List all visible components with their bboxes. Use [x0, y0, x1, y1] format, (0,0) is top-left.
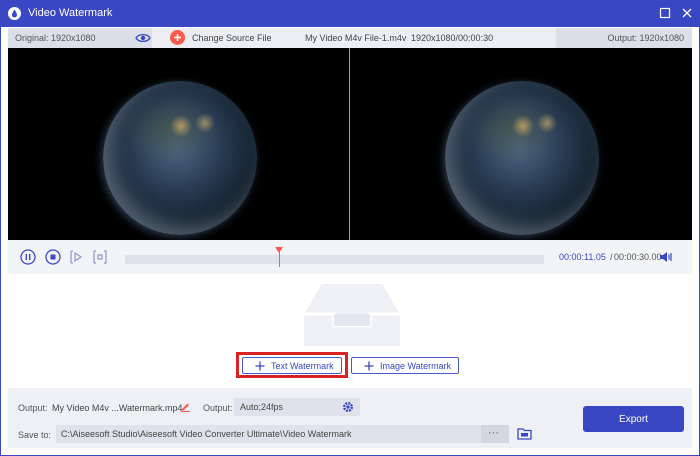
- export-button[interactable]: Export: [583, 406, 684, 432]
- source-file-name: My Video M4v File-1.m4v: [305, 33, 407, 43]
- earth-frame-image: [103, 81, 257, 235]
- total-time: 00:00:30.00: [614, 252, 662, 262]
- playback-bar: 00:00:11.05 / 00:00:30.00: [8, 240, 692, 274]
- output-preview-pane: [350, 48, 691, 240]
- inbox-icon: [304, 284, 400, 346]
- window-title: Video Watermark: [28, 7, 113, 19]
- current-time: 00:00:11.05: [559, 252, 606, 262]
- output-format-value: Auto;24fps: [240, 402, 284, 412]
- stop-icon[interactable]: [45, 249, 61, 265]
- time-separator: /: [610, 252, 613, 262]
- plus-icon: [255, 361, 265, 371]
- title-bar: Video Watermark: [0, 0, 700, 27]
- next-frame-icon[interactable]: [92, 249, 108, 265]
- close-icon[interactable]: [680, 6, 694, 20]
- text-watermark-label: Text Watermark: [271, 361, 334, 371]
- image-watermark-label: Image Watermark: [380, 361, 452, 371]
- save-to-label: Save to:: [18, 430, 52, 440]
- plus-icon: [364, 361, 374, 371]
- plus-icon: [170, 30, 185, 45]
- original-resolution: Original: 1920x1080: [15, 33, 96, 43]
- source-file-meta: 1920x1080/00:00:30: [411, 33, 494, 43]
- prev-frame-icon[interactable]: [69, 249, 85, 265]
- original-preview-pane: [8, 48, 349, 240]
- export-label: Export: [619, 414, 648, 425]
- watermark-area: Text Watermark Image Watermark: [8, 274, 692, 388]
- output-file-name: My Video M4v ...Watermark.mp4: [52, 403, 183, 413]
- info-bar: Original: 1920x1080 Change Source File M…: [8, 28, 692, 48]
- maximize-icon[interactable]: [658, 6, 672, 20]
- pause-icon[interactable]: [20, 249, 36, 265]
- output-file-label: Output:: [18, 403, 48, 413]
- change-source-label: Change Source File: [192, 33, 272, 43]
- eye-icon[interactable]: [135, 32, 151, 44]
- playhead[interactable]: [275, 247, 283, 267]
- change-source-file-button[interactable]: Change Source File: [170, 30, 288, 46]
- browse-label: ···: [488, 427, 499, 439]
- output-resolution: Output: 1920x1080: [607, 33, 684, 43]
- earth-frame-image: [445, 81, 599, 235]
- original-tab: Original: 1920x1080: [8, 28, 152, 48]
- video-preview: [8, 48, 692, 240]
- app-logo-icon: [8, 7, 21, 20]
- browse-button[interactable]: ···: [481, 425, 509, 443]
- text-watermark-button[interactable]: Text Watermark: [242, 357, 342, 374]
- gear-icon[interactable]: [342, 401, 354, 413]
- save-path-field[interactable]: C:\Aiseesoft Studio\Aiseesoft Video Conv…: [56, 425, 509, 443]
- output-format-field[interactable]: Auto;24fps: [234, 398, 360, 416]
- output-format-label: Output:: [203, 403, 233, 413]
- image-watermark-button[interactable]: Image Watermark: [351, 357, 459, 374]
- timeline-slider[interactable]: [125, 247, 544, 267]
- output-tab: Output: 1920x1080: [556, 28, 692, 48]
- volume-icon[interactable]: [659, 251, 673, 263]
- save-path-value: C:\Aiseesoft Studio\Aiseesoft Video Conv…: [61, 429, 352, 439]
- output-settings-panel: Output: My Video M4v ...Watermark.mp4 Ou…: [8, 388, 692, 448]
- folder-icon[interactable]: [517, 427, 532, 440]
- edit-icon[interactable]: [180, 401, 191, 412]
